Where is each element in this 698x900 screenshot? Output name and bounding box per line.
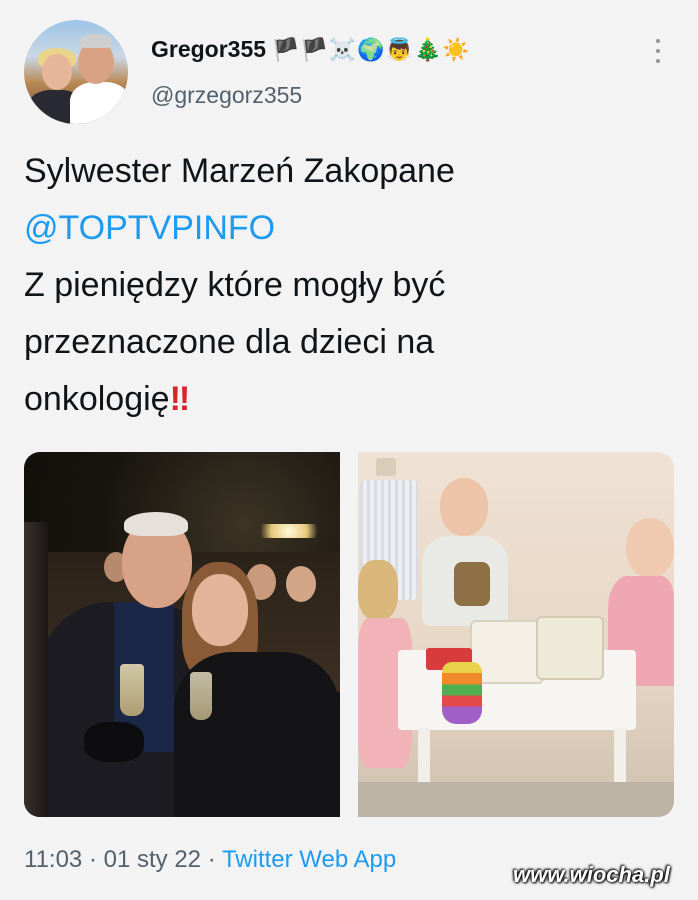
more-dot bbox=[656, 59, 660, 63]
photo-bg-face bbox=[286, 566, 316, 602]
tweet-line-text: onkologię bbox=[24, 380, 170, 418]
author-handle[interactable]: @grzegorz355 bbox=[151, 82, 302, 109]
author-display-name[interactable]: Gregor355 bbox=[151, 36, 266, 63]
photo-boy-head bbox=[440, 478, 488, 536]
photo-ring-stacker bbox=[442, 662, 482, 724]
photo-left-figure bbox=[24, 522, 48, 817]
avatar-figure-man-body bbox=[70, 82, 128, 124]
tweet-date[interactable]: 01 sty 22 bbox=[104, 846, 201, 873]
avatar[interactable] bbox=[24, 20, 128, 124]
mention-link[interactable]: @TOPTVPINFO bbox=[24, 200, 664, 257]
tweet-photo-children[interactable] bbox=[358, 452, 674, 817]
tweet-line: Z pieniędzy które mogły być bbox=[24, 266, 446, 304]
tweet-text: Sylwester Marzeń Zakopane @TOPTVPINFO Z … bbox=[24, 143, 664, 428]
meta-separator: · bbox=[207, 846, 216, 873]
tweet-line-last: onkologię!! bbox=[24, 371, 664, 428]
tweet-meta: 11:03 · 01 sty 22 · Twitter Web App bbox=[24, 846, 396, 874]
tweet-source-link[interactable]: Twitter Web App bbox=[222, 846, 396, 873]
photo-man-hair bbox=[124, 512, 188, 536]
more-options-icon[interactable] bbox=[650, 36, 666, 66]
photo-toy-register bbox=[536, 616, 604, 680]
photo-boy-shirt-print bbox=[454, 562, 490, 606]
photo-wall-socket bbox=[376, 458, 396, 476]
author-badges: 🏴🏴☠️🌍👼🎄☀️ bbox=[272, 36, 471, 62]
avatar-figure-woman-face bbox=[42, 54, 72, 90]
photo-glass bbox=[190, 672, 212, 720]
photo-lights bbox=[254, 524, 324, 538]
photo-glass bbox=[120, 664, 144, 716]
more-dot bbox=[656, 49, 660, 53]
photo-toddler-hair bbox=[358, 560, 398, 620]
avatar-figure-man-hair bbox=[80, 34, 112, 48]
tweet-time[interactable]: 11:03 bbox=[24, 846, 82, 873]
site-watermark: www.wiocha.pl bbox=[513, 862, 670, 887]
more-dot bbox=[656, 39, 660, 43]
tweet-line: przeznaczone dla dzieci na bbox=[24, 323, 435, 361]
author-name-row: Gregor355 🏴🏴☠️🌍👼🎄☀️ bbox=[151, 36, 471, 63]
photo-floor bbox=[358, 782, 674, 817]
photo-glove bbox=[84, 722, 144, 762]
tweet-line: Sylwester Marzeń Zakopane bbox=[24, 152, 455, 190]
double-exclamation-icon: !! bbox=[169, 380, 191, 418]
photo-woman-face bbox=[192, 574, 248, 646]
meta-separator: · bbox=[88, 846, 97, 873]
tweet-photo-event[interactable] bbox=[24, 452, 340, 817]
photo-girl-head bbox=[626, 518, 674, 578]
